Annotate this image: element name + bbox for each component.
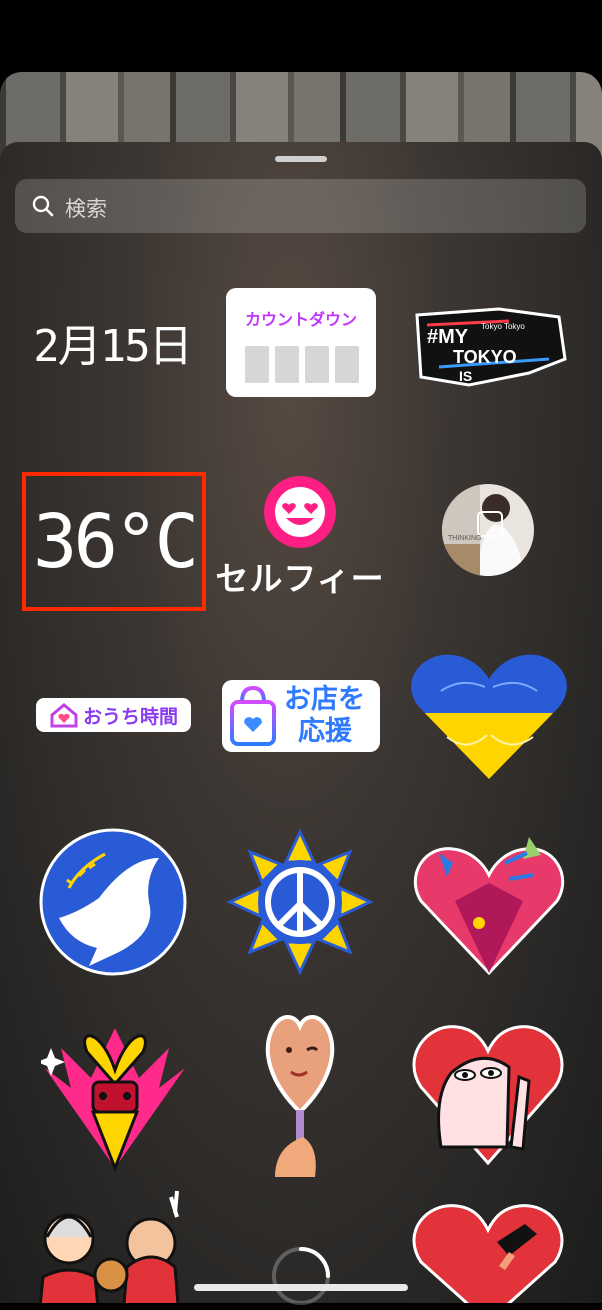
search-placeholder: 検索 bbox=[65, 197, 107, 221]
ukraine-heart-graphic bbox=[411, 654, 567, 779]
highlight-box bbox=[22, 472, 206, 611]
photo-sticker[interactable]: THINKING bbox=[440, 482, 536, 578]
drag-handle[interactable] bbox=[275, 156, 327, 162]
shopping-bag-icon bbox=[230, 685, 276, 746]
tokyo-line3: IS bbox=[459, 368, 472, 384]
floral-heart-sticker[interactable] bbox=[408, 822, 568, 982]
peace-flower-icon bbox=[226, 828, 374, 976]
red-heart-icon bbox=[412, 1204, 563, 1303]
family-group-icon bbox=[39, 1190, 180, 1303]
heart-eyes-icon bbox=[264, 476, 336, 548]
red-heart-sticker[interactable] bbox=[410, 1202, 565, 1303]
stay-home-sticker[interactable]: おうち時間 bbox=[36, 694, 191, 736]
family-sticker[interactable] bbox=[38, 1187, 188, 1303]
photo-thumbnail: THINKING bbox=[442, 484, 534, 576]
support-store-sticker[interactable]: お店を 応援 bbox=[222, 677, 380, 755]
hand-mirror-icon bbox=[265, 1015, 335, 1177]
countdown-label: カウントダウン bbox=[244, 310, 357, 329]
totem-sticker[interactable] bbox=[40, 1007, 190, 1177]
mirror-sticker[interactable] bbox=[255, 1002, 345, 1177]
totem-heart-icon bbox=[41, 1028, 185, 1173]
home-indicator[interactable] bbox=[194, 1284, 408, 1291]
dove-icon bbox=[39, 828, 187, 976]
support-store-line1: お店を bbox=[284, 684, 365, 715]
my-tokyo-graphic: #MY TOKYO IS Tokyo Tokyo bbox=[415, 307, 567, 387]
tokyo-line2: TOKYO bbox=[453, 347, 517, 367]
date-sticker[interactable]: 2月15日 bbox=[18, 292, 206, 392]
house-heart-icon bbox=[50, 703, 78, 728]
peace-flower-sticker[interactable] bbox=[225, 827, 375, 977]
tokyo-line1: #MY bbox=[427, 326, 469, 348]
date-label: 2月15日 bbox=[33, 321, 192, 372]
floral-heart-icon bbox=[413, 837, 565, 976]
countdown-boxes bbox=[245, 346, 359, 383]
character-heart-sticker[interactable] bbox=[410, 1017, 565, 1167]
my-tokyo-sticker[interactable]: #MY TOKYO IS Tokyo Tokyo bbox=[405, 292, 573, 402]
dove-sticker[interactable] bbox=[38, 827, 188, 977]
countdown-sticker[interactable]: カウントダウン bbox=[226, 288, 376, 397]
support-store-line2: 応援 bbox=[298, 716, 352, 747]
stay-home-label: おうち時間 bbox=[82, 705, 178, 728]
ukraine-heart-sticker[interactable] bbox=[410, 650, 568, 782]
tokyo-tag: Tokyo Tokyo bbox=[481, 322, 525, 331]
sticker-tray[interactable]: 検索 2月15日 カウントダウン #MY TOKYO IS Tokyo Toky… bbox=[0, 142, 602, 1303]
loading-spinner bbox=[271, 1246, 331, 1306]
search-bar[interactable]: 検索 bbox=[15, 179, 586, 233]
thumbnail-text: THINKING bbox=[448, 535, 481, 542]
character-heart-icon bbox=[412, 1025, 563, 1166]
selfie-label: セルフィー bbox=[215, 559, 385, 598]
selfie-sticker[interactable]: セルフィー bbox=[205, 472, 395, 602]
search-icon bbox=[32, 195, 54, 217]
